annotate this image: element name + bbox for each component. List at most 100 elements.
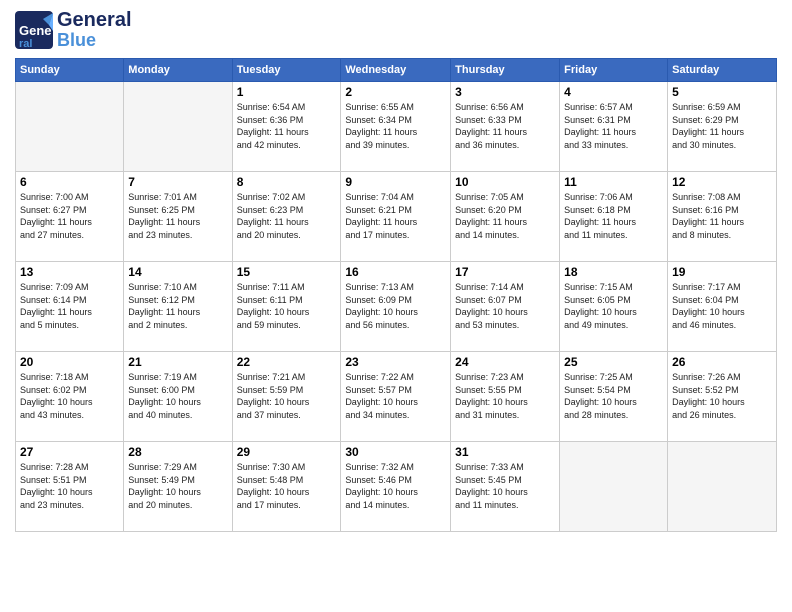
day-info: Sunrise: 6:56 AM Sunset: 6:33 PM Dayligh…: [455, 101, 555, 151]
calendar-cell: 8Sunrise: 7:02 AM Sunset: 6:23 PM Daylig…: [232, 172, 341, 262]
day-info: Sunrise: 7:19 AM Sunset: 6:00 PM Dayligh…: [128, 371, 227, 421]
calendar-cell: 6 Sunrise: 7:00 AM Sunset: 6:27 PM Daylig…: [16, 172, 124, 262]
calendar-cell: 1 Sunrise: 6:54 AM Sunset: 6:36 PM Daylig…: [232, 82, 341, 172]
calendar-cell: 22 Sunrise: 7:21 AM Sunset: 5:59 PM Dayli…: [232, 352, 341, 442]
calendar-cell: 30 Sunrise: 7:32 AM Sunset: 5:46 PM Dayli…: [341, 442, 451, 532]
day-number: 27: [20, 445, 119, 459]
calendar-cell: [560, 442, 668, 532]
calendar-week-row: 13Sunrise: 7:09 AM Sunset: 6:14 PM Dayli…: [16, 262, 777, 352]
calendar-cell: 10Sunrise: 7:05 AM Sunset: 6:20 PM Dayli…: [451, 172, 560, 262]
calendar-week-row: 20 Sunrise: 7:18 AM Sunset: 6:02 PM Dayli…: [16, 352, 777, 442]
calendar-day-header: Monday: [124, 59, 232, 82]
calendar-cell: 16 Sunrise: 7:13 AM Sunset: 6:09 PM Dayli…: [341, 262, 451, 352]
calendar-cell: 20 Sunrise: 7:18 AM Sunset: 6:02 PM Dayli…: [16, 352, 124, 442]
calendar-cell: 29 Sunrise: 7:30 AM Sunset: 5:48 PM Dayli…: [232, 442, 341, 532]
day-info: Sunrise: 7:29 AM Sunset: 5:49 PM Dayligh…: [128, 461, 227, 511]
calendar-cell: 3 Sunrise: 6:56 AM Sunset: 6:33 PM Daylig…: [451, 82, 560, 172]
day-number: 22: [237, 355, 337, 369]
day-number: 30: [345, 445, 446, 459]
day-info: Sunrise: 7:01 AM Sunset: 6:25 PM Dayligh…: [128, 191, 227, 241]
calendar-table: SundayMondayTuesdayWednesdayThursdayFrid…: [15, 58, 777, 532]
calendar-cell: 21Sunrise: 7:19 AM Sunset: 6:00 PM Dayli…: [124, 352, 232, 442]
calendar-cell: 31Sunrise: 7:33 AM Sunset: 5:45 PM Dayli…: [451, 442, 560, 532]
logo-icon: Gene ral: [15, 11, 53, 49]
day-number: 12: [672, 175, 772, 189]
day-info: Sunrise: 7:32 AM Sunset: 5:46 PM Dayligh…: [345, 461, 446, 511]
day-number: 24: [455, 355, 555, 369]
day-info: Sunrise: 7:08 AM Sunset: 6:16 PM Dayligh…: [672, 191, 772, 241]
calendar-cell: [668, 442, 777, 532]
day-number: 11: [564, 175, 663, 189]
day-info: Sunrise: 7:11 AM Sunset: 6:11 PM Dayligh…: [237, 281, 337, 331]
day-info: Sunrise: 7:13 AM Sunset: 6:09 PM Dayligh…: [345, 281, 446, 331]
day-info: Sunrise: 7:21 AM Sunset: 5:59 PM Dayligh…: [237, 371, 337, 421]
day-number: 3: [455, 85, 555, 99]
day-number: 2: [345, 85, 446, 99]
day-number: 29: [237, 445, 337, 459]
day-info: Sunrise: 6:55 AM Sunset: 6:34 PM Dayligh…: [345, 101, 446, 151]
day-info: Sunrise: 7:00 AM Sunset: 6:27 PM Dayligh…: [20, 191, 119, 241]
calendar-cell: 26 Sunrise: 7:26 AM Sunset: 5:52 PM Dayli…: [668, 352, 777, 442]
calendar-cell: 13Sunrise: 7:09 AM Sunset: 6:14 PM Dayli…: [16, 262, 124, 352]
day-number: 1: [237, 85, 337, 99]
day-number: 9: [345, 175, 446, 189]
logo: Gene ral General Blue: [15, 10, 132, 50]
day-info: Sunrise: 7:30 AM Sunset: 5:48 PM Dayligh…: [237, 461, 337, 511]
logo-text: General Blue: [57, 10, 132, 50]
day-number: 10: [455, 175, 555, 189]
calendar-week-row: 1 Sunrise: 6:54 AM Sunset: 6:36 PM Daylig…: [16, 82, 777, 172]
day-number: 5: [672, 85, 772, 99]
calendar-day-header: Friday: [560, 59, 668, 82]
calendar-cell: [124, 82, 232, 172]
calendar-day-header: Saturday: [668, 59, 777, 82]
calendar-day-header: Thursday: [451, 59, 560, 82]
calendar-cell: 9 Sunrise: 7:04 AM Sunset: 6:21 PM Daylig…: [341, 172, 451, 262]
calendar-cell: 23 Sunrise: 7:22 AM Sunset: 5:57 PM Dayli…: [341, 352, 451, 442]
day-number: 26: [672, 355, 772, 369]
calendar-cell: 19 Sunrise: 7:17 AM Sunset: 6:04 PM Dayli…: [668, 262, 777, 352]
day-info: Sunrise: 7:04 AM Sunset: 6:21 PM Dayligh…: [345, 191, 446, 241]
calendar-cell: 11 Sunrise: 7:06 AM Sunset: 6:18 PM Dayli…: [560, 172, 668, 262]
day-info: Sunrise: 6:57 AM Sunset: 6:31 PM Dayligh…: [564, 101, 663, 151]
calendar-cell: 14Sunrise: 7:10 AM Sunset: 6:12 PM Dayli…: [124, 262, 232, 352]
calendar-cell: 5 Sunrise: 6:59 AM Sunset: 6:29 PM Daylig…: [668, 82, 777, 172]
day-number: 17: [455, 265, 555, 279]
day-number: 19: [672, 265, 772, 279]
day-number: 8: [237, 175, 337, 189]
calendar-cell: 25Sunrise: 7:25 AM Sunset: 5:54 PM Dayli…: [560, 352, 668, 442]
svg-text:Gene: Gene: [19, 23, 52, 38]
day-number: 16: [345, 265, 446, 279]
day-info: Sunrise: 6:54 AM Sunset: 6:36 PM Dayligh…: [237, 101, 337, 151]
calendar-cell: 18Sunrise: 7:15 AM Sunset: 6:05 PM Dayli…: [560, 262, 668, 352]
day-info: Sunrise: 7:17 AM Sunset: 6:04 PM Dayligh…: [672, 281, 772, 331]
day-number: 25: [564, 355, 663, 369]
calendar-day-header: Sunday: [16, 59, 124, 82]
page-container: Gene ral General Blue SundayMondayTuesda…: [0, 0, 792, 542]
day-number: 14: [128, 265, 227, 279]
day-info: Sunrise: 7:06 AM Sunset: 6:18 PM Dayligh…: [564, 191, 663, 241]
day-info: Sunrise: 7:23 AM Sunset: 5:55 PM Dayligh…: [455, 371, 555, 421]
header: Gene ral General Blue: [15, 10, 777, 50]
calendar-cell: 4 Sunrise: 6:57 AM Sunset: 6:31 PM Daylig…: [560, 82, 668, 172]
day-number: 6: [20, 175, 119, 189]
day-info: Sunrise: 7:18 AM Sunset: 6:02 PM Dayligh…: [20, 371, 119, 421]
calendar-cell: 2 Sunrise: 6:55 AM Sunset: 6:34 PM Daylig…: [341, 82, 451, 172]
day-number: 20: [20, 355, 119, 369]
calendar-week-row: 6 Sunrise: 7:00 AM Sunset: 6:27 PM Daylig…: [16, 172, 777, 262]
calendar-cell: 27Sunrise: 7:28 AM Sunset: 5:51 PM Dayli…: [16, 442, 124, 532]
svg-text:ral: ral: [19, 38, 32, 49]
day-number: 4: [564, 85, 663, 99]
day-info: Sunrise: 7:26 AM Sunset: 5:52 PM Dayligh…: [672, 371, 772, 421]
day-info: Sunrise: 6:59 AM Sunset: 6:29 PM Dayligh…: [672, 101, 772, 151]
day-number: 15: [237, 265, 337, 279]
day-info: Sunrise: 7:14 AM Sunset: 6:07 PM Dayligh…: [455, 281, 555, 331]
calendar-cell: 28 Sunrise: 7:29 AM Sunset: 5:49 PM Dayli…: [124, 442, 232, 532]
day-number: 7: [128, 175, 227, 189]
day-info: Sunrise: 7:22 AM Sunset: 5:57 PM Dayligh…: [345, 371, 446, 421]
day-info: Sunrise: 7:09 AM Sunset: 6:14 PM Dayligh…: [20, 281, 119, 331]
day-number: 28: [128, 445, 227, 459]
calendar-cell: 24 Sunrise: 7:23 AM Sunset: 5:55 PM Dayli…: [451, 352, 560, 442]
day-info: Sunrise: 7:33 AM Sunset: 5:45 PM Dayligh…: [455, 461, 555, 511]
calendar-day-header: Wednesday: [341, 59, 451, 82]
day-number: 23: [345, 355, 446, 369]
